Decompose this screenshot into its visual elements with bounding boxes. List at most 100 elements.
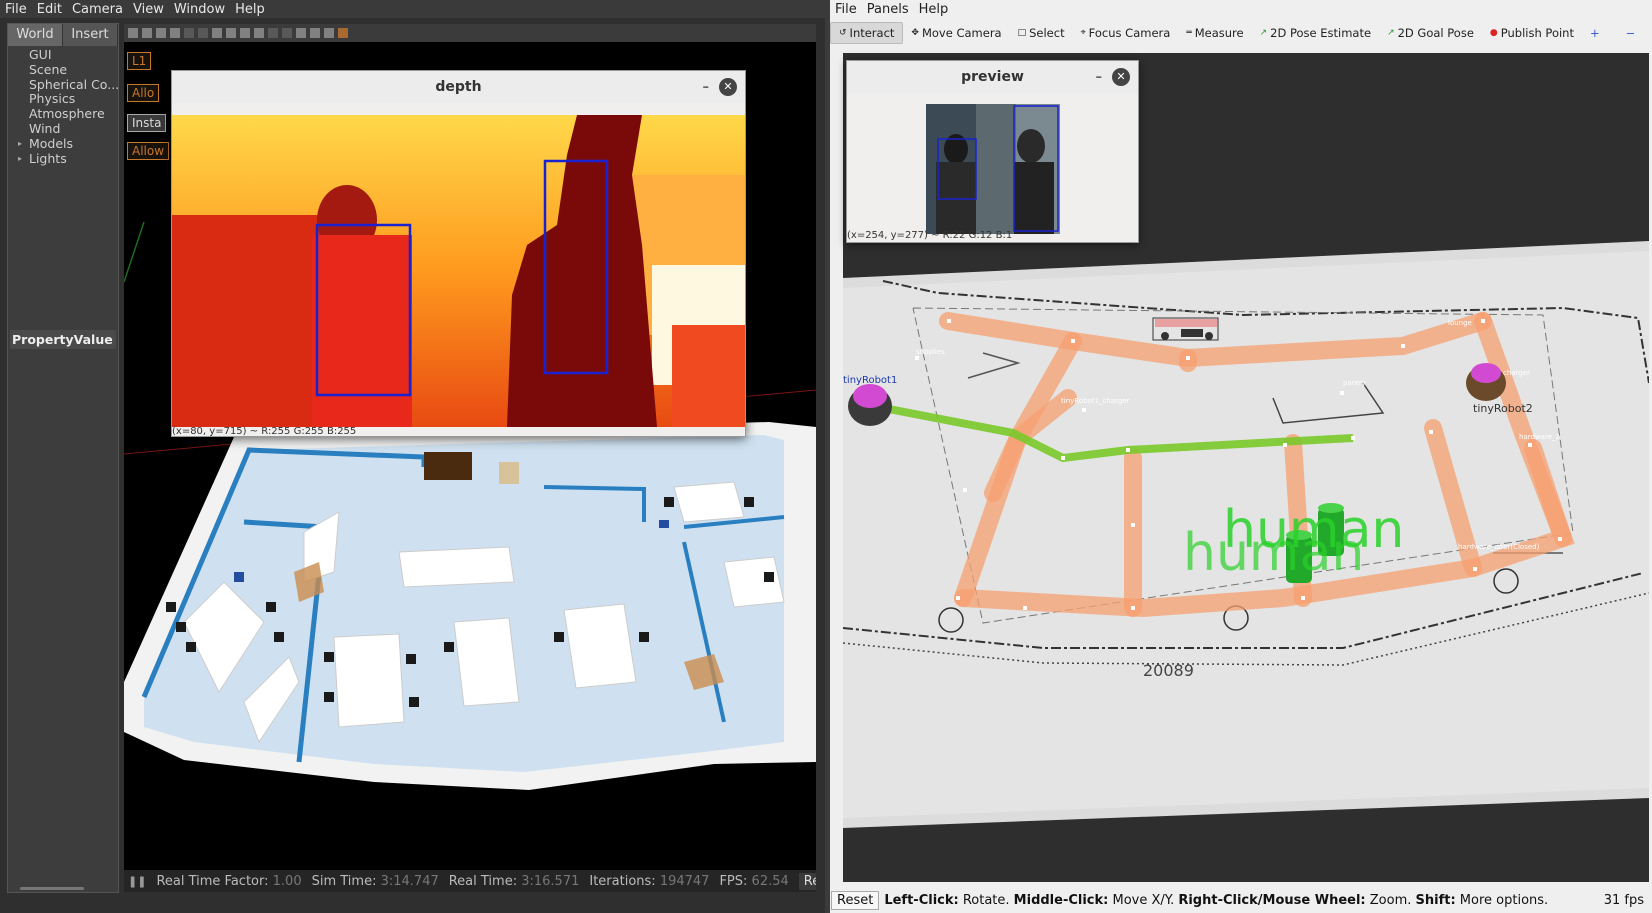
- measure-icon: ═: [1186, 27, 1192, 38]
- gazebo-window: File Edit Camera View Window Help World …: [0, 0, 825, 913]
- tool-2d-goal-pose[interactable]: ↗ 2D Goal Pose: [1379, 23, 1482, 43]
- horizontal-scrollbar[interactable]: [20, 887, 84, 890]
- remove-tool-button[interactable]: −: [1618, 23, 1644, 43]
- add-tool-button[interactable]: +: [1582, 23, 1608, 43]
- reset-time-button[interactable]: Reset Time: [798, 872, 816, 890]
- pose-estimate-icon: ↗: [1259, 27, 1268, 38]
- rviz-fps: 31 fps: [1603, 892, 1644, 908]
- align-icon[interactable]: [296, 28, 306, 38]
- translate-icon[interactable]: [142, 28, 152, 38]
- tool-2d-pose-estimate[interactable]: ↗ 2D Pose Estimate: [1252, 23, 1379, 43]
- right-click-key: Right-Click/Mouse Wheel:: [1178, 892, 1366, 908]
- cylinder-icon[interactable]: [240, 28, 250, 38]
- tree-item-physics[interactable]: Physics: [8, 92, 118, 107]
- tree-item-scene[interactable]: Scene: [8, 63, 118, 78]
- gazebo-toolbar: [124, 24, 816, 42]
- sphere-icon[interactable]: [226, 28, 236, 38]
- depth-title: depth: [435, 79, 482, 95]
- tool-label: 2D Pose Estimate: [1270, 25, 1372, 40]
- close-icon[interactable]: ✕: [1112, 68, 1130, 86]
- menu-edit[interactable]: Edit: [32, 2, 67, 17]
- tree-item-models[interactable]: ▸ Models: [8, 137, 118, 152]
- allow-button[interactable]: Allo: [127, 84, 160, 102]
- arrow-select-icon[interactable]: [128, 28, 138, 38]
- scale-icon[interactable]: [170, 28, 180, 38]
- label-robot2: tinyRobot2: [1473, 402, 1533, 415]
- select-icon: □: [1017, 27, 1027, 38]
- paste-icon[interactable]: [282, 28, 292, 38]
- expand-arrow-icon[interactable]: ▸: [18, 137, 22, 152]
- allow2-button[interactable]: Allow: [127, 142, 170, 160]
- rviz-menu-panels[interactable]: Panels: [862, 2, 914, 17]
- rviz-menu-help[interactable]: Help: [914, 2, 954, 17]
- label-supplies: supplies: [916, 348, 945, 356]
- label-pantry: pantry: [1343, 379, 1366, 387]
- label-charger1: tinyRobot1_charger: [1061, 397, 1130, 405]
- left-click-key: Left-Click:: [884, 892, 959, 908]
- tool-label: Move Camera: [921, 25, 1002, 40]
- redo-icon[interactable]: [198, 28, 208, 38]
- label-door: hardware_door(Closed): [1458, 543, 1540, 551]
- rviz-toolbar: ↺ Interact ✥ Move Camera □ Select ⌖ Focus Ca…: [830, 20, 1652, 45]
- tool-label: 2D Goal Pose: [1397, 25, 1474, 40]
- tree-item-lights[interactable]: ▸ Lights: [8, 152, 118, 167]
- publish-point-icon: ●: [1489, 27, 1498, 38]
- world-tree: GUI Scene Spherical Co... Physics Atmosp…: [8, 46, 118, 166]
- world-panel: World Insert GUI Scene Spherical Co... P…: [7, 23, 119, 893]
- select-shape-icon[interactable]: [324, 28, 334, 38]
- snap-icon[interactable]: [310, 28, 320, 38]
- menu-view[interactable]: View: [128, 2, 169, 17]
- tool-measure[interactable]: ═ Measure: [1178, 23, 1251, 43]
- pause-icon[interactable]: ❚❚: [128, 875, 146, 888]
- tree-item-atmosphere[interactable]: Atmosphere: [8, 107, 118, 122]
- tool-focus-camera[interactable]: ⌖ Focus Camera: [1073, 23, 1179, 43]
- preview-pixel-readout: (x=254, y=277) ~ R:22 G:12 B:1: [847, 230, 1013, 241]
- tool-select[interactable]: □ Select: [1010, 23, 1073, 43]
- tree-item-wind[interactable]: Wind: [8, 122, 118, 137]
- menu-window[interactable]: Window: [169, 2, 230, 17]
- light-icon[interactable]: [254, 28, 264, 38]
- tree-label: Lights: [29, 151, 67, 166]
- menu-file[interactable]: File: [0, 2, 32, 17]
- undo-icon[interactable]: [184, 28, 194, 38]
- tool-publish-point[interactable]: ● Publish Point: [1482, 23, 1582, 43]
- layer-l1-button[interactable]: L1: [127, 52, 152, 70]
- tree-item-gui[interactable]: GUI: [8, 48, 118, 63]
- tool-interact[interactable]: ↺ Interact: [830, 21, 904, 44]
- minimize-icon[interactable]: –: [1096, 70, 1103, 85]
- tree-item-spherical[interactable]: Spherical Co...: [8, 78, 118, 93]
- desktop: File Edit Camera View Window Help World …: [0, 0, 1652, 913]
- tab-insert[interactable]: Insert: [63, 24, 118, 46]
- interact-icon: ↺: [839, 27, 847, 38]
- left-click-desc: Rotate.: [958, 892, 1014, 908]
- insta-button[interactable]: Insta: [127, 114, 167, 132]
- sun-icon[interactable]: [338, 28, 348, 38]
- preview-camera-image[interactable]: [926, 104, 1060, 234]
- property-header: PropertyValue: [10, 330, 116, 349]
- middle-click-key: Middle-Click:: [1013, 892, 1109, 908]
- close-icon[interactable]: ✕: [719, 78, 737, 96]
- minimize-icon[interactable]: –: [703, 80, 710, 95]
- box-icon[interactable]: [212, 28, 222, 38]
- preview-title: preview: [961, 69, 1024, 85]
- menu-help[interactable]: Help: [230, 2, 270, 17]
- depth-title-bar[interactable]: depth – ✕: [172, 71, 745, 103]
- rtf-label: Real Time Factor:: [156, 873, 269, 889]
- reset-button[interactable]: Reset: [831, 890, 880, 910]
- expand-arrow-icon[interactable]: ▸: [18, 152, 22, 167]
- label-robot1: tinyRobot1: [843, 375, 898, 386]
- preview-title-bar[interactable]: preview – ✕: [847, 61, 1138, 93]
- tool-move-camera[interactable]: ✥ Move Camera: [903, 23, 1009, 43]
- label-hardware: hardware_2: [1519, 433, 1560, 441]
- menu-camera[interactable]: Camera: [67, 2, 128, 17]
- right-click-desc: Zoom.: [1365, 892, 1416, 908]
- rotate-icon[interactable]: [156, 28, 166, 38]
- rviz-menu-file[interactable]: File: [830, 2, 862, 17]
- depth-image[interactable]: [172, 115, 745, 427]
- sim-time-value: 3:14.747: [380, 873, 439, 889]
- label-human-b: human: [1183, 523, 1365, 583]
- tab-world[interactable]: World: [8, 24, 63, 46]
- rviz-status-bar: Reset Left-Click: Rotate. Middle-Click: …: [830, 887, 1652, 913]
- tool-label: Measure: [1194, 25, 1244, 40]
- copy-icon[interactable]: [268, 28, 278, 38]
